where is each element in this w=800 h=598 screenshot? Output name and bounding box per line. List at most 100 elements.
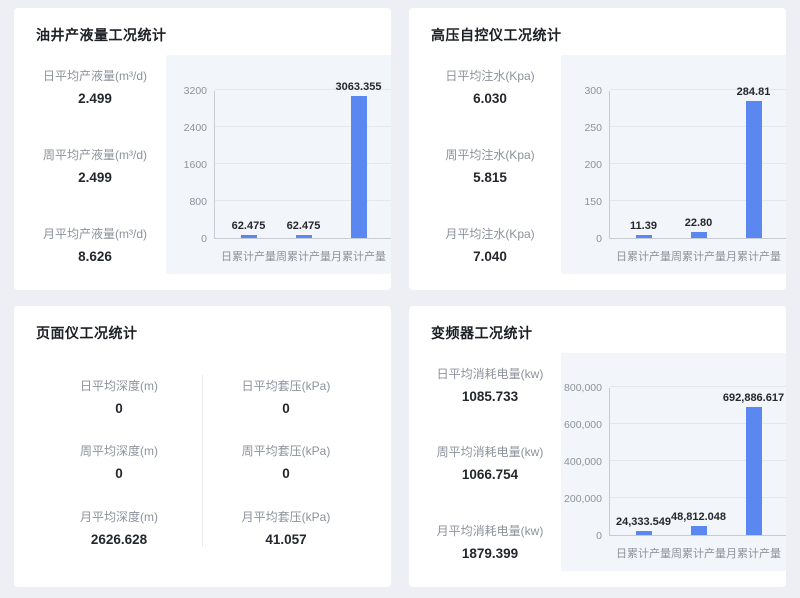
plot-area: 62.475 62.475 3063.355	[214, 91, 391, 239]
panel-title: 变频器工况统计	[431, 323, 764, 343]
bar-cell: 62.475	[276, 91, 331, 238]
stat-label: 周平均产液量(m³/d)	[36, 146, 154, 163]
y-axis-tick-label: 200	[584, 160, 602, 170]
stat-label: 日平均深度(m)	[80, 377, 158, 394]
y-axis-tick-label: 200,000	[564, 494, 602, 504]
stat-weekly-avg-liquid: 周平均产液量(m³/d) 2.499	[36, 146, 154, 185]
stat-weekly-avg-injection: 周平均注水(Kpa) 5.815	[431, 146, 549, 185]
bar-cell: 692,886.617	[726, 388, 781, 535]
bar-chart-oil: 080016002400320062.47562.4753063.355日累计产…	[174, 91, 391, 264]
stat-daily-avg-injection: 日平均注水(Kpa) 6.030	[431, 67, 549, 106]
panel-oil-production: 油井产液量工况统计 日平均产液量(m³/d) 2.499 周平均产液量(m³/d…	[14, 8, 391, 290]
bar	[351, 96, 367, 238]
stat-value: 1066.754	[431, 467, 549, 482]
bar-chart-high-pressure: 015020025030011.3922.80284.81日累计产量周累计产量月…	[569, 91, 786, 264]
x-axis-category-label: 日累计产量	[616, 545, 671, 561]
y-axis-tick-label: 600,000	[564, 420, 602, 430]
bar	[636, 235, 652, 238]
stat-daily-avg-power: 日平均消耗电量(kw) 1085.733	[431, 365, 549, 404]
panel-title: 高压自控仪工况统计	[431, 25, 764, 45]
bar-wrap: 3063.355	[351, 96, 367, 238]
panel-content: 日平均产液量(m³/d) 2.499 周平均产液量(m³/d) 2.499 月平…	[36, 55, 369, 274]
bar	[691, 232, 707, 238]
stat-value: 1879.399	[431, 546, 549, 561]
stat-monthly-avg-depth: 月平均深度(m) 2626.628	[80, 508, 158, 547]
y-axis-tick-label: 0	[596, 234, 602, 244]
bar-value-label: 284.81	[737, 86, 771, 98]
dashboard-page: 油井产液量工况统计 日平均产液量(m³/d) 2.499 周平均产液量(m³/d…	[0, 0, 800, 598]
bar-value-label: 692,886.617	[723, 392, 784, 404]
bar	[636, 531, 652, 536]
bar-value-label: 22.80	[685, 217, 713, 229]
y-axis-tick-label: 800	[189, 197, 207, 207]
bar-wrap: 692,886.617	[746, 407, 762, 535]
panel-inverter: 变频器工况统计 日平均消耗电量(kw) 1085.733 周平均消耗电量(kw)…	[409, 306, 786, 588]
stat-label: 月平均注水(Kpa)	[431, 225, 549, 242]
x-axis-category-label: 周累计产量	[276, 248, 331, 264]
stat-value: 0	[80, 401, 158, 416]
y-axis-tick-label: 400,000	[564, 457, 602, 467]
stat-value: 8.626	[36, 249, 154, 264]
bar-cell: 284.81	[726, 91, 781, 238]
x-axis-category-label: 日累计产量	[616, 248, 671, 264]
stat-label: 周平均注水(Kpa)	[431, 146, 549, 163]
y-axis-tick-label: 150	[584, 197, 602, 207]
stat-value: 0	[242, 401, 331, 416]
stat-label: 日平均注水(Kpa)	[431, 67, 549, 84]
stat-weekly-avg-depth: 周平均深度(m) 0	[80, 442, 158, 481]
stat-label: 周平均消耗电量(kw)	[431, 443, 549, 460]
gridline	[610, 386, 786, 387]
bar-wrap: 62.475	[241, 235, 257, 238]
chart-box-oil: 080016002400320062.47562.4753063.355日累计产…	[166, 55, 391, 274]
stat-value: 5.815	[431, 170, 549, 185]
stat-label: 月平均套压(kPa)	[242, 508, 331, 525]
bar-wrap: 24,333.549	[636, 531, 652, 536]
stat-label: 日平均消耗电量(kw)	[431, 365, 549, 382]
stat-value: 6.030	[431, 91, 549, 106]
bar-cell: 62.475	[221, 91, 276, 238]
stat-value: 0	[242, 466, 331, 481]
y-axis: 0800160024003200	[174, 91, 214, 239]
stat-value: 2626.628	[80, 532, 158, 547]
y-axis-tick-label: 2400	[184, 123, 207, 133]
bar-cell: 3063.355	[331, 91, 386, 238]
x-axis: 日累计产量周累计产量月累计产量	[610, 536, 786, 561]
bar-value-label: 3063.355	[336, 81, 382, 93]
stat-monthly-avg-injection: 月平均注水(Kpa) 7.040	[431, 225, 549, 264]
y-axis-tick-label: 800,000	[564, 383, 602, 393]
bar-value-label: 11.39	[630, 220, 657, 232]
bar-wrap: 62.475	[296, 235, 312, 238]
stat-value: 41.057	[242, 532, 331, 547]
plot-area-wrap: 24,333.54948,812.048692,886.617日累计产量周累计产…	[609, 388, 786, 561]
stat-daily-avg-depth: 日平均深度(m) 0	[80, 377, 158, 416]
panel-title: 页面仪工况统计	[36, 323, 369, 343]
stats-column: 日平均产液量(m³/d) 2.499 周平均产液量(m³/d) 2.499 月平…	[36, 55, 154, 274]
bar-wrap: 22.80	[691, 232, 707, 238]
stat-value: 1085.733	[431, 389, 549, 404]
stat-label: 日平均套压(kPa)	[242, 377, 331, 394]
bar-cell: 11.39	[616, 91, 671, 238]
bar-wrap: 11.39	[636, 235, 652, 238]
panel-high-pressure: 高压自控仪工况统计 日平均注水(Kpa) 6.030 周平均注水(Kpa) 5.…	[409, 8, 786, 290]
stat-label: 周平均深度(m)	[80, 442, 158, 459]
y-axis-tick-label: 250	[584, 123, 602, 133]
stat-weekly-avg-power: 周平均消耗电量(kw) 1066.754	[431, 443, 549, 482]
bar-cell: 22.80	[671, 91, 726, 238]
stat-daily-avg-casing-pressure: 日平均套压(kPa) 0	[242, 377, 331, 416]
plot-area-wrap: 62.47562.4753063.355日累计产量周累计产量月累计产量	[214, 91, 391, 264]
stats-column: 日平均消耗电量(kw) 1085.733 周平均消耗电量(kw) 1066.75…	[431, 353, 549, 572]
stat-monthly-avg-liquid: 月平均产液量(m³/d) 8.626	[36, 225, 154, 264]
bar	[296, 235, 312, 238]
y-axis: 0200,000400,000600,000800,000	[569, 388, 609, 536]
bar	[746, 407, 762, 535]
bar-value-label: 62.475	[232, 220, 266, 232]
y-axis-tick-label: 0	[596, 531, 602, 541]
stat-label: 周平均套压(kPa)	[242, 442, 331, 459]
stat-daily-avg-liquid: 日平均产液量(m³/d) 2.499	[36, 67, 154, 106]
y-axis-tick-label: 300	[584, 86, 602, 96]
stat-weekly-avg-casing-pressure: 周平均套压(kPa) 0	[242, 442, 331, 481]
stat-value: 2.499	[36, 91, 154, 106]
stat-label: 月平均深度(m)	[80, 508, 158, 525]
y-axis: 0150200250300	[569, 91, 609, 239]
stat-value: 0	[80, 466, 158, 481]
